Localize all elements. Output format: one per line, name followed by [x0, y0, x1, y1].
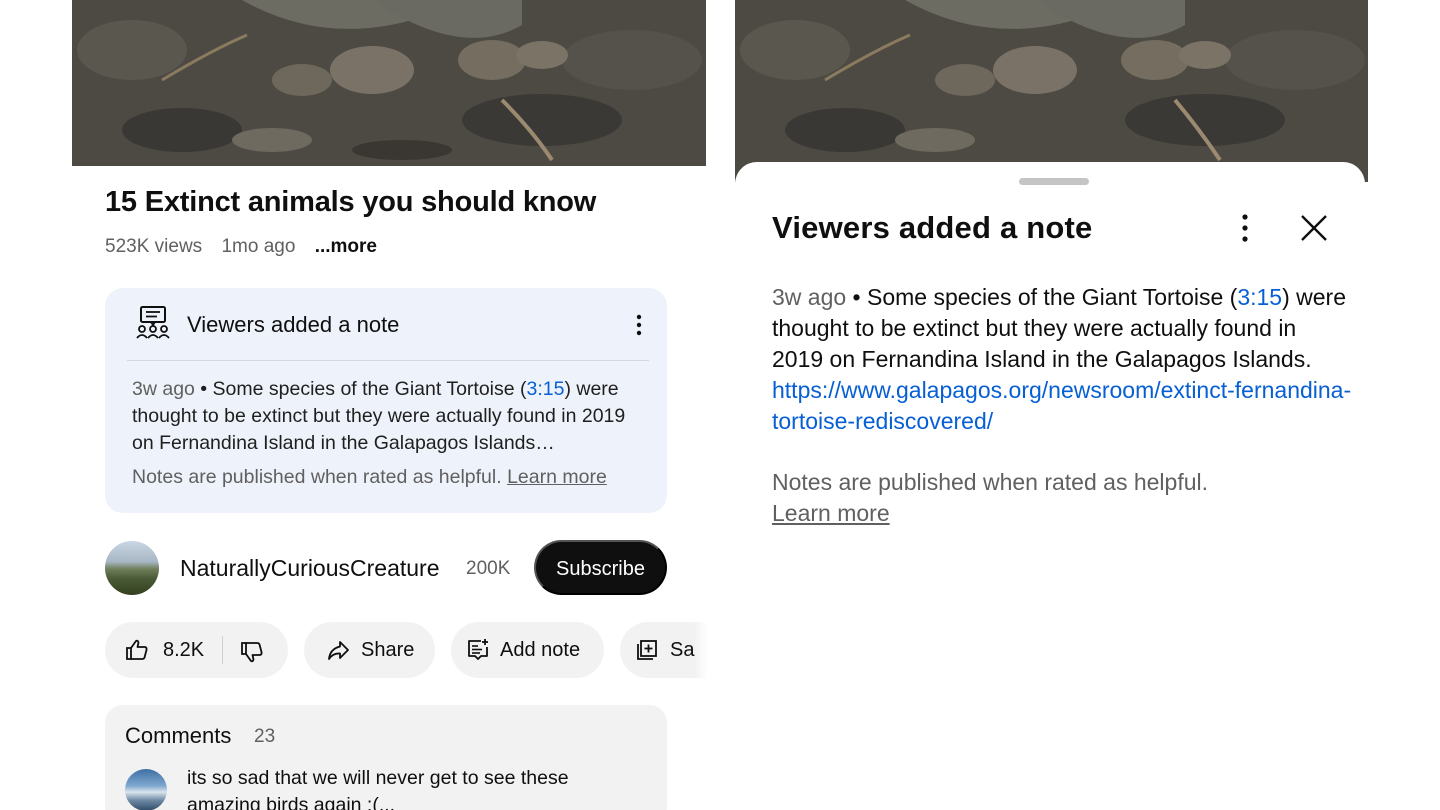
- channel-row: NaturallyCuriousCreature 200K Subscribe: [105, 540, 667, 596]
- note-card-title: Viewers added a note: [187, 312, 400, 337]
- thumbs-down-icon[interactable]: [240, 640, 264, 664]
- share-label: Share: [361, 639, 415, 661]
- note-card-divider: [127, 360, 649, 361]
- learn-more-link[interactable]: Learn more: [507, 466, 607, 488]
- commenter-avatar: [125, 769, 167, 810]
- comments-count: 23: [254, 726, 276, 747]
- like-dislike-pill: 8.2K: [105, 622, 288, 678]
- video-meta: 523K views 1mo ago ...more: [105, 236, 391, 258]
- share-button[interactable]: Share: [304, 622, 435, 678]
- scroll-fade: [694, 622, 708, 678]
- action-bar: 8.2K Share Add note Sa: [105, 622, 708, 678]
- channel-avatar[interactable]: [105, 541, 159, 595]
- note-timestamp-link[interactable]: 3:15: [1237, 284, 1282, 310]
- community-notes-icon: [136, 306, 170, 339]
- note-age: 3w ago: [132, 378, 195, 400]
- sheet-drag-handle[interactable]: [1019, 178, 1089, 185]
- video-thumbnail[interactable]: [735, 0, 1368, 182]
- more-link[interactable]: ...more: [315, 236, 377, 257]
- note-text-start: • Some species of the Giant Tortoise (: [194, 378, 527, 400]
- note-text-start: • Some species of the Giant Tortoise (: [846, 284, 1238, 310]
- note-age: 3w ago: [772, 284, 847, 310]
- subscriber-count: 200K: [466, 558, 511, 579]
- comment-text: its so sad that we will never get to see…: [187, 767, 569, 810]
- sheet-note-text: 3w ago • Some species of the Giant Torto…: [772, 282, 1352, 437]
- add-note-icon: [468, 639, 488, 660]
- video-thumbnail[interactable]: [72, 0, 706, 166]
- comments-section[interactable]: Comments 23 its so sad that we will neve…: [105, 705, 667, 810]
- note-bottom-sheet: Viewers added a note 3w ago • Some speci…: [735, 162, 1365, 810]
- learn-more-link[interactable]: Learn more: [772, 498, 890, 529]
- subscribe-button[interactable]: Subscribe: [534, 540, 667, 595]
- upload-age: 1mo ago: [221, 236, 296, 257]
- viewer-note-card[interactable]: Viewers added a note 3w ago • Some speci…: [105, 288, 667, 513]
- note-published-info: Notes are published when rated as helpfu…: [132, 466, 607, 489]
- note-published-text: Notes are published when rated as helpfu…: [132, 466, 502, 488]
- close-icon[interactable]: [1298, 212, 1330, 244]
- add-note-button[interactable]: Add note: [451, 622, 604, 678]
- video-title: 15 Extinct animals you should know: [105, 186, 597, 218]
- save-label: Sa: [670, 639, 695, 661]
- channel-name[interactable]: NaturallyCuriousCreature: [180, 555, 440, 582]
- like-count[interactable]: 8.2K: [163, 622, 204, 678]
- more-vertical-icon[interactable]: [1240, 213, 1250, 243]
- save-icon: [637, 640, 657, 660]
- add-note-label: Add note: [500, 639, 581, 661]
- note-timestamp-link[interactable]: 3:15: [527, 378, 565, 400]
- comments-title: Comments: [125, 723, 232, 748]
- sheet-title: Viewers added a note: [772, 210, 1093, 245]
- like-separator: [222, 636, 223, 664]
- thumbs-up-icon[interactable]: [125, 638, 149, 662]
- note-published-text: Notes are published when rated as helpfu…: [772, 469, 1209, 495]
- note-card-text: 3w ago • Some species of the Giant Torto…: [132, 376, 652, 457]
- tortoise-photo: [735, 0, 1368, 182]
- view-count: 523K views: [105, 236, 203, 257]
- share-icon: [328, 641, 349, 660]
- more-vertical-icon[interactable]: [635, 314, 643, 336]
- note-source-link[interactable]: https://www.galapagos.org/newsroom/extin…: [772, 377, 1351, 434]
- tortoise-photo: [72, 0, 706, 166]
